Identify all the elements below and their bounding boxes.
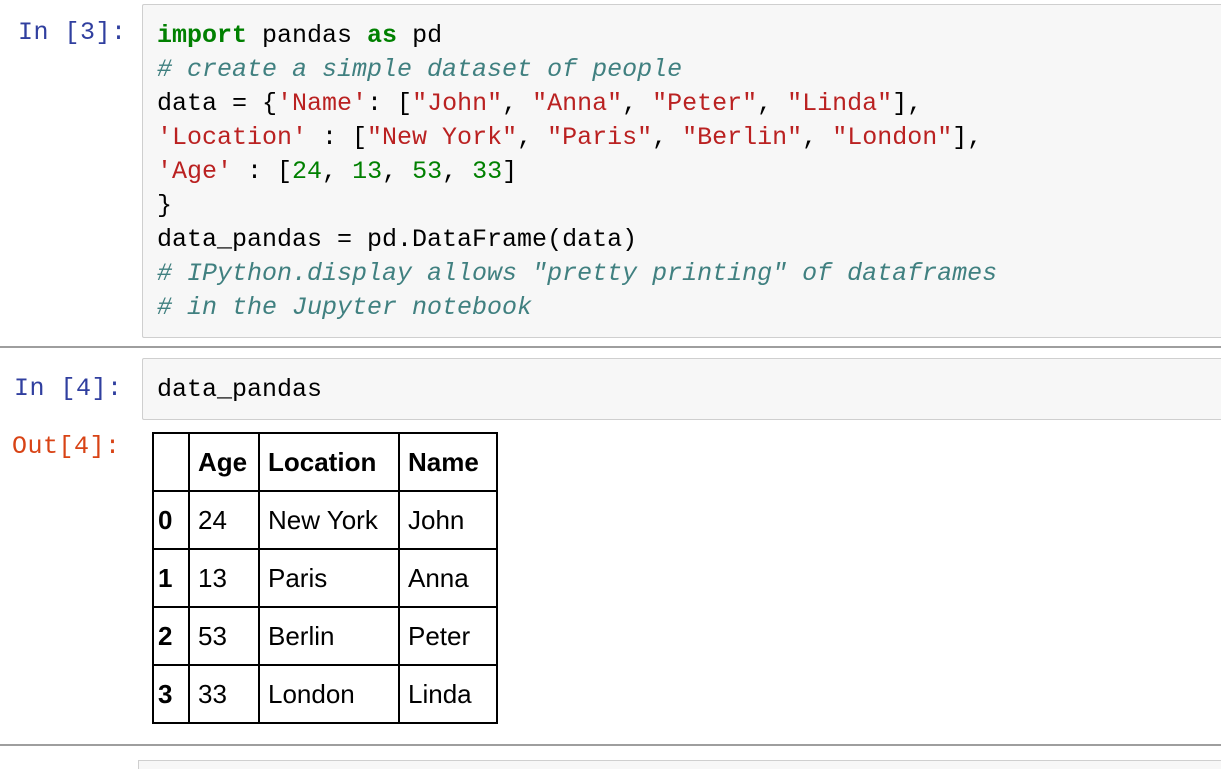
code-token: 'Name' bbox=[277, 89, 368, 118]
cell3-input-prompt: In [3]: bbox=[18, 18, 127, 47]
code-line: data = {'Name': ["John", "Anna", "Peter"… bbox=[157, 87, 997, 121]
cell4-input-prompt: In [4]: bbox=[14, 374, 123, 403]
code-token: "Berlin" bbox=[682, 123, 803, 152]
table-row: 1 13 Paris Anna bbox=[152, 548, 498, 608]
code-line: 'Age' : [24, 13, 53, 33] bbox=[157, 155, 997, 189]
code-token: , bbox=[382, 157, 413, 186]
cell4-output-prompt: Out[4]: bbox=[12, 432, 121, 461]
code-token: "Paris" bbox=[547, 123, 653, 152]
code-token: import bbox=[157, 21, 248, 50]
cell-divider bbox=[0, 346, 1221, 348]
code-token: } bbox=[157, 191, 173, 220]
cell4-code-editor[interactable]: data_pandas bbox=[142, 358, 1221, 420]
row-index: 0 bbox=[152, 490, 190, 550]
table-row: 3 33 London Linda bbox=[152, 664, 498, 724]
code-token: , bbox=[757, 89, 788, 118]
code-token: "London" bbox=[832, 123, 953, 152]
code-token: "Linda" bbox=[787, 89, 893, 118]
table-header-age: Age bbox=[188, 432, 260, 492]
cell-age: 53 bbox=[188, 606, 260, 666]
table-row: 2 53 Berlin Peter bbox=[152, 606, 498, 666]
code-token: ], bbox=[952, 123, 983, 152]
code-token: "Peter" bbox=[652, 89, 758, 118]
code-line: data_pandas bbox=[157, 375, 323, 404]
cell-age: 33 bbox=[188, 664, 260, 724]
cell-age: 24 bbox=[188, 490, 260, 550]
code-token: , bbox=[517, 123, 548, 152]
cell-divider bbox=[0, 744, 1221, 746]
code-token: pd bbox=[397, 21, 443, 50]
cell-location: Berlin bbox=[258, 606, 400, 666]
code-token: 53 bbox=[412, 157, 443, 186]
code-token: # in the Jupyter notebook bbox=[157, 293, 533, 322]
row-index: 3 bbox=[152, 664, 190, 724]
row-index: 2 bbox=[152, 606, 190, 666]
code-token: : [ bbox=[307, 123, 368, 152]
cell-name: Anna bbox=[398, 548, 498, 608]
cell3-code: import pandas as pd # create a simple dat… bbox=[157, 19, 997, 325]
table-header-name: Name bbox=[398, 432, 498, 492]
table-header-location: Location bbox=[258, 432, 400, 492]
code-token: , bbox=[322, 157, 353, 186]
code-token: : [ bbox=[232, 157, 293, 186]
code-line: # IPython.display allows "pretty printin… bbox=[157, 257, 997, 291]
table-header-index bbox=[152, 432, 190, 492]
code-token: # IPython.display allows "pretty printin… bbox=[157, 259, 998, 288]
code-token: , bbox=[442, 157, 473, 186]
code-line: data_pandas = pd.DataFrame(data) bbox=[157, 223, 997, 257]
code-token: data = { bbox=[157, 89, 278, 118]
code-token: "New York" bbox=[367, 123, 518, 152]
next-cell-editor[interactable] bbox=[138, 760, 1221, 769]
cell3-code-editor[interactable]: import pandas as pd # create a simple dat… bbox=[142, 4, 1221, 338]
code-token: : [ bbox=[367, 89, 413, 118]
code-token: "Anna" bbox=[532, 89, 623, 118]
code-token: 'Location' bbox=[157, 123, 308, 152]
code-token: 'Age' bbox=[157, 157, 233, 186]
cell4-code: data_pandas bbox=[157, 373, 322, 407]
cell-age: 13 bbox=[188, 548, 260, 608]
code-token: data_pandas = pd.DataFrame(data) bbox=[157, 225, 638, 254]
code-token: "John" bbox=[412, 89, 503, 118]
code-token: , bbox=[622, 89, 653, 118]
code-line: # create a simple dataset of people bbox=[157, 53, 997, 87]
dataframe-table: Age Location Name 0 24 New York John 1 1… bbox=[152, 432, 498, 724]
code-token: as bbox=[367, 21, 398, 50]
table-header-row: Age Location Name bbox=[152, 432, 498, 492]
cell-location: Paris bbox=[258, 548, 400, 608]
cell-location: New York bbox=[258, 490, 400, 550]
table-row: 0 24 New York John bbox=[152, 490, 498, 550]
code-token: , bbox=[652, 123, 683, 152]
code-token: 13 bbox=[352, 157, 383, 186]
cell-name: John bbox=[398, 490, 498, 550]
code-line: import pandas as pd bbox=[157, 19, 997, 53]
cell-name: Linda bbox=[398, 664, 498, 724]
code-line: # in the Jupyter notebook bbox=[157, 291, 997, 325]
code-token: 24 bbox=[292, 157, 323, 186]
code-token: , bbox=[502, 89, 533, 118]
code-line: } bbox=[157, 189, 997, 223]
code-token: , bbox=[802, 123, 833, 152]
code-line: 'Location' : ["New York", "Paris", "Berl… bbox=[157, 121, 997, 155]
code-token: pandas bbox=[247, 21, 368, 50]
cell-location: London bbox=[258, 664, 400, 724]
code-token: ], bbox=[892, 89, 923, 118]
code-token: # create a simple dataset of people bbox=[157, 55, 683, 84]
cell-name: Peter bbox=[398, 606, 498, 666]
code-token: 33 bbox=[472, 157, 503, 186]
code-token: ] bbox=[502, 157, 518, 186]
row-index: 1 bbox=[152, 548, 190, 608]
